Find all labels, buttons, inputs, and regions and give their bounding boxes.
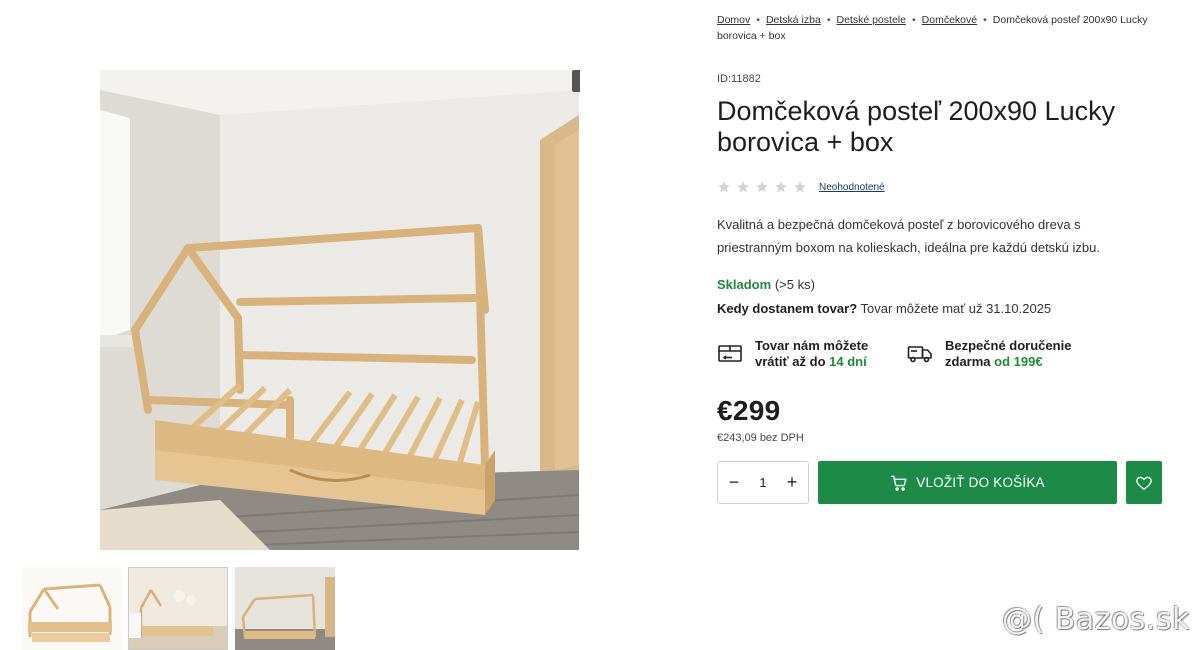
breadcrumb-domcekove[interactable]: Domčekové bbox=[922, 14, 977, 26]
thumbnail-room-image bbox=[129, 568, 227, 649]
benefit-return-line2: vrátiť až do bbox=[755, 354, 826, 369]
breadcrumb-detske-postele[interactable]: Detské postele bbox=[837, 14, 906, 26]
delivery-question: Kedy dostanem tovar? bbox=[717, 301, 858, 316]
thumbnail-photo-image bbox=[235, 567, 335, 650]
product-description: Kvalitná a bezpečná domčeková posteľ z b… bbox=[717, 217, 1100, 255]
cart-icon bbox=[890, 474, 908, 492]
benefit-delivery-line1: Bezpečné doručenie bbox=[945, 338, 1072, 353]
stock-status: Skladom (>5 ks) bbox=[717, 277, 815, 292]
stock-count: (>5 ks) bbox=[774, 277, 815, 292]
add-to-cart-label: VLOŽIŤ DO KOŠÍKA bbox=[916, 475, 1045, 490]
product-title: Domčeková posteľ 200x90 Lucky borovica +… bbox=[717, 96, 1116, 157]
breadcrumb: Domov • Detská izba • Detské postele • Domčeko… bbox=[717, 12, 1167, 44]
thumbnail-1[interactable] bbox=[22, 567, 122, 650]
breadcrumb-separator: • bbox=[826, 14, 831, 26]
breadcrumb-detska-izba[interactable]: Detská izba bbox=[766, 14, 821, 26]
product-rating: Neohodnotené bbox=[717, 179, 885, 195]
breadcrumb-domov[interactable]: Domov bbox=[717, 14, 750, 26]
product-price-net: €243,09 bez DPH bbox=[717, 432, 804, 444]
quantity-input[interactable] bbox=[748, 475, 778, 490]
benefit-return: Tovar nám môžete vrátiť až do 14 dní bbox=[717, 338, 868, 370]
quantity-stepper: − + bbox=[717, 461, 809, 504]
bed-photo bbox=[100, 70, 579, 550]
breadcrumb-separator: • bbox=[983, 14, 987, 26]
thumbnail-gallery bbox=[22, 567, 342, 650]
breadcrumb-separator: • bbox=[911, 14, 916, 26]
rating-link[interactable]: Neohodnotené bbox=[819, 182, 885, 193]
watermark-text: @( Bazos.sk bbox=[1002, 602, 1190, 637]
thumbnail-2[interactable] bbox=[128, 567, 228, 650]
benefit-delivery-line2: zdarma bbox=[945, 354, 991, 369]
add-to-cart-button[interactable]: VLOŽIŤ DO KOŠÍKA bbox=[818, 461, 1117, 504]
delivery-answer: Tovar môžete mať už 31.10.2025 bbox=[860, 301, 1052, 316]
delivery-truck-icon bbox=[907, 340, 933, 366]
quantity-increase-button[interactable]: + bbox=[782, 472, 802, 493]
return-box-icon bbox=[717, 340, 743, 366]
star-icon[interactable] bbox=[717, 180, 731, 194]
benefit-return-highlight: 14 dní bbox=[829, 354, 867, 369]
delivery-info: Kedy dostanem tovar? Tovar môžete mať už… bbox=[717, 301, 1051, 316]
star-icon[interactable] bbox=[736, 180, 750, 194]
breadcrumb-separator: • bbox=[756, 14, 760, 26]
thumbnail-bed-image bbox=[22, 567, 122, 650]
heart-icon bbox=[1136, 476, 1152, 490]
product-price: €299 bbox=[717, 395, 781, 426]
quantity-decrease-button[interactable]: − bbox=[724, 472, 744, 493]
benefit-delivery-highlight: od 199€ bbox=[994, 354, 1043, 369]
wishlist-button[interactable] bbox=[1126, 461, 1162, 504]
product-id: ID:11882 bbox=[717, 73, 761, 85]
star-icon[interactable] bbox=[774, 180, 788, 194]
zoom-tab[interactable] bbox=[572, 70, 580, 92]
benefit-return-line1: Tovar nám môžete bbox=[755, 338, 869, 353]
star-icon[interactable] bbox=[755, 180, 769, 194]
benefit-delivery: Bezpečné doručenie zdarma od 199€ bbox=[907, 338, 1071, 370]
thumbnail-3[interactable] bbox=[235, 567, 335, 650]
main-product-image[interactable] bbox=[100, 70, 579, 550]
stock-label: Skladom bbox=[717, 277, 772, 292]
star-icon[interactable] bbox=[793, 180, 807, 194]
